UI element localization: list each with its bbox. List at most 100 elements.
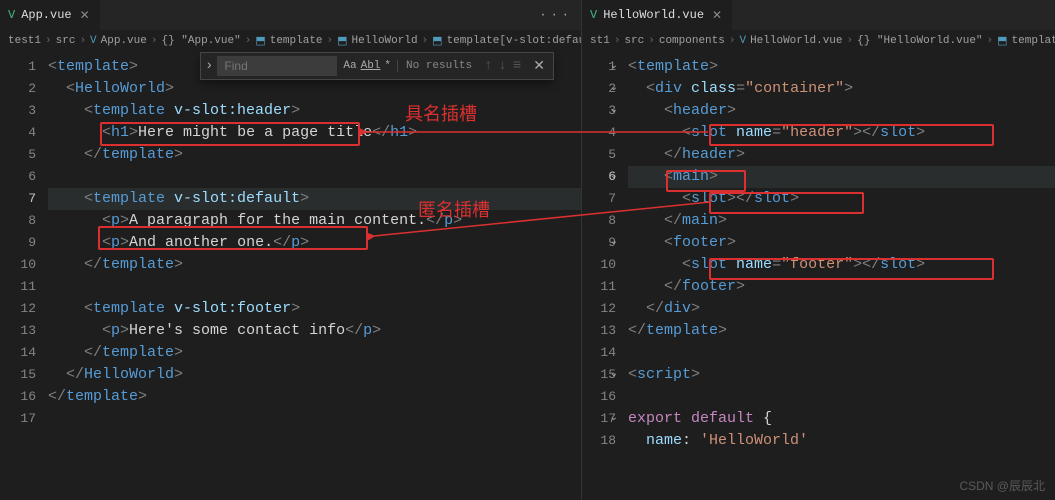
code-line[interactable]: <h1>Here might be a page title</h1> <box>48 122 581 144</box>
vue-file-icon: V <box>8 8 15 22</box>
breadcrumb-icon: ⬒ <box>337 34 347 48</box>
breadcrumbs-left[interactable]: test1›src›V App.vue›{} "App.vue"›⬒ templ… <box>0 30 581 52</box>
code-line[interactable]: </header> <box>628 144 1055 166</box>
line-number: 11 <box>0 276 36 298</box>
fold-icon[interactable]: ⌄ <box>610 408 618 430</box>
line-gutter-right: 1⌄2⌄3⌄456⌄789⌄101112131415⌄1617⌄18 <box>582 52 628 500</box>
code-line[interactable]: <script> <box>628 364 1055 386</box>
code-area-right[interactable]: <template> <div class="container"> <head… <box>628 52 1055 500</box>
right-editor-pane: V HelloWorld.vue ✕ st1›src›components›V … <box>582 0 1055 500</box>
breadcrumb-chevron-icon: › <box>614 35 621 47</box>
find-next-icon[interactable]: ↓ <box>498 58 506 74</box>
find-selection-icon[interactable]: ≡ <box>513 58 521 74</box>
tab-close-button[interactable]: ✕ <box>78 8 92 23</box>
breadcrumb-icon: V <box>739 35 746 47</box>
code-line[interactable]: </footer> <box>628 276 1055 298</box>
line-number: 1 <box>0 56 36 78</box>
match-word-icon[interactable]: Abl <box>361 60 381 72</box>
breadcrumb-chevron-icon: › <box>245 35 252 47</box>
line-number: 3 <box>0 100 36 122</box>
code-line[interactable] <box>628 342 1055 364</box>
code-line[interactable]: <div class="container"> <box>628 78 1055 100</box>
line-number: 2 <box>0 78 36 100</box>
fold-icon[interactable]: ⌄ <box>610 364 618 386</box>
breadcrumb-item[interactable]: HelloWorld.vue <box>750 35 842 47</box>
line-number: 3⌄ <box>582 100 616 122</box>
code-line[interactable] <box>628 386 1055 408</box>
tab-label: App.vue <box>21 8 71 22</box>
tab-app-vue[interactable]: V App.vue ✕ <box>0 0 100 30</box>
code-line[interactable]: export default { <box>628 408 1055 430</box>
fold-icon[interactable]: ⌄ <box>610 56 618 78</box>
line-number: 1⌄ <box>582 56 616 78</box>
code-line[interactable]: </template> <box>48 254 581 276</box>
code-line[interactable]: <HelloWorld> <box>48 78 581 100</box>
line-number: 6⌄ <box>582 166 616 188</box>
tab-overflow-button[interactable]: ··· <box>531 8 581 22</box>
find-expand-icon[interactable]: › <box>201 58 217 74</box>
code-line[interactable]: </template> <box>628 320 1055 342</box>
code-line[interactable]: <footer> <box>628 232 1055 254</box>
breadcrumb-item[interactable]: src <box>56 35 76 47</box>
breadcrumb-item[interactable]: template[v-slot:default] <box>447 35 581 47</box>
breadcrumb-item[interactable]: src <box>624 35 644 47</box>
breadcrumb-item[interactable]: HelloWorld <box>352 35 418 47</box>
code-line[interactable]: name: 'HelloWorld' <box>628 430 1055 452</box>
editor-left[interactable]: 1234567891011121314151617 <template> <He… <box>0 52 581 500</box>
tab-helloworld-vue[interactable]: V HelloWorld.vue ✕ <box>582 0 732 30</box>
line-number: 14 <box>0 342 36 364</box>
code-line[interactable]: <p>And another one.</p> <box>48 232 581 254</box>
fold-icon[interactable]: ⌄ <box>610 232 618 254</box>
code-area-left[interactable]: <template> <HelloWorld> <template v-slot… <box>48 52 581 500</box>
breadcrumb-item[interactable]: components <box>659 35 725 47</box>
find-close-button[interactable]: ✕ <box>525 58 553 75</box>
breadcrumb-item[interactable]: App.vue <box>101 35 147 47</box>
code-line[interactable]: </HelloWorld> <box>48 364 581 386</box>
line-number: 17 <box>0 408 36 430</box>
breadcrumbs-right[interactable]: st1›src›components›V HelloWorld.vue›{} "… <box>582 30 1055 52</box>
code-line[interactable]: <template v-slot:default> <box>48 188 581 210</box>
breadcrumb-item[interactable]: {} "App.vue" <box>161 35 240 47</box>
breadcrumb-item[interactable]: st1 <box>590 35 610 47</box>
code-line[interactable]: <p>A paragraph for the main content.</p> <box>48 210 581 232</box>
code-line[interactable]: <slot name="footer"></slot> <box>628 254 1055 276</box>
breadcrumb-item[interactable]: template <box>270 35 323 47</box>
find-results-label: No results <box>397 60 480 72</box>
editor-right[interactable]: 1⌄2⌄3⌄456⌄789⌄101112131415⌄1617⌄18 <temp… <box>582 52 1055 500</box>
code-line[interactable]: <header> <box>628 100 1055 122</box>
breadcrumb-item[interactable]: template <box>1012 35 1055 47</box>
code-line[interactable]: <template v-slot:footer> <box>48 298 581 320</box>
breadcrumb-item[interactable]: test1 <box>8 35 41 47</box>
code-line[interactable]: <main> <box>628 166 1055 188</box>
breadcrumb-chevron-icon: › <box>847 35 854 47</box>
code-line[interactable]: </template> <box>48 386 581 408</box>
fold-icon[interactable]: ⌄ <box>610 100 618 122</box>
line-number: 9 <box>0 232 36 254</box>
code-line[interactable]: </div> <box>628 298 1055 320</box>
find-prev-icon[interactable]: ↑ <box>484 58 492 74</box>
fold-icon[interactable]: ⌄ <box>610 78 618 100</box>
line-number: 6 <box>0 166 36 188</box>
breadcrumb-chevron-icon: › <box>729 35 736 47</box>
code-line[interactable] <box>48 276 581 298</box>
regex-icon[interactable]: * <box>384 60 391 72</box>
line-number: 15⌄ <box>582 364 616 386</box>
code-line[interactable]: </template> <box>48 342 581 364</box>
code-line[interactable]: </main> <box>628 210 1055 232</box>
breadcrumb-item[interactable]: {} "HelloWorld.vue" <box>857 35 982 47</box>
code-line[interactable]: </template> <box>48 144 581 166</box>
code-line[interactable] <box>48 166 581 188</box>
tab-close-button[interactable]: ✕ <box>710 8 724 23</box>
code-line[interactable]: <template> <box>628 56 1055 78</box>
match-case-icon[interactable]: Aa <box>343 60 356 72</box>
code-line[interactable]: <p>Here's some contact info</p> <box>48 320 581 342</box>
breadcrumb-chevron-icon: › <box>987 35 994 47</box>
fold-icon[interactable]: ⌄ <box>610 166 618 188</box>
breadcrumb-icon: V <box>90 35 97 47</box>
find-input[interactable] <box>217 56 337 76</box>
code-line[interactable]: <slot name="header"></slot> <box>628 122 1055 144</box>
code-line[interactable]: <template v-slot:header> <box>48 100 581 122</box>
find-widget[interactable]: › Aa Abl * No results ↑ ↓ ≡ ✕ <box>200 52 554 80</box>
code-line[interactable]: <slot></slot> <box>628 188 1055 210</box>
code-line[interactable] <box>48 408 581 430</box>
